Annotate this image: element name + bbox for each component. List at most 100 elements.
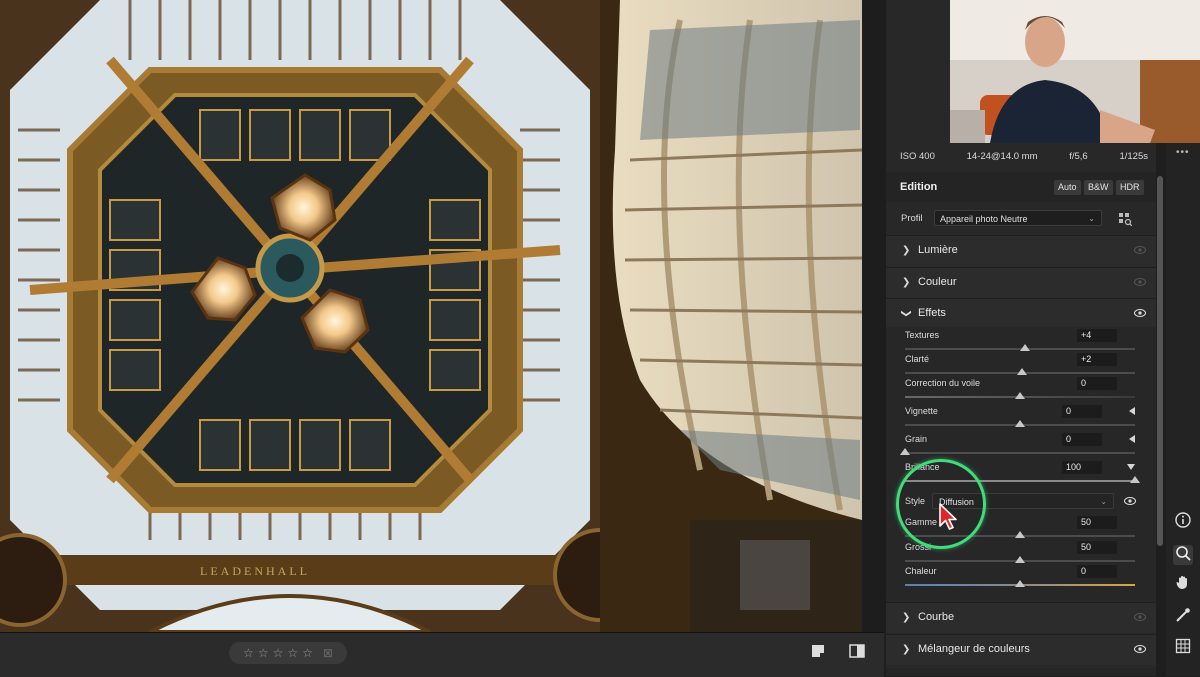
chevron-down-icon: ⌄ [1100,497,1107,506]
star-icon[interactable]: ☆ [258,647,269,659]
hand-icon[interactable] [1173,574,1193,594]
bottom-toolbar [0,632,884,677]
tool-strip [1166,143,1200,676]
chevron-right-icon: ❯ [902,277,911,288]
slider-value-field[interactable]: +2 [1077,353,1117,366]
reject-flag-icon[interactable]: ⊠ [323,647,333,659]
section-melangeur[interactable]: ❯ Mélangeur de couleurs [886,634,1156,665]
style-row: Style Diffusion ⌄ [905,493,1137,511]
chevron-right-icon: ❯ [902,612,911,623]
collapse-arrow-icon[interactable] [1129,435,1135,443]
hdr-button[interactable]: HDR [1116,180,1144,195]
slider-clarte[interactable]: Clarté +2 [905,353,1137,376]
slider-value-field[interactable]: 0 [1062,433,1102,446]
webcam-overlay [950,0,1200,143]
slider-value-field[interactable]: +4 [1077,329,1117,342]
star-rating[interactable]: ☆ ☆ ☆ ☆ ☆ ⊠ [229,642,347,664]
section-lumiere[interactable]: ❯ Lumière [886,235,1156,266]
section-couleur-label: Couleur [918,276,957,288]
slider-value-field[interactable]: 50 [1077,516,1117,529]
visibility-eye-icon[interactable] [1134,246,1146,254]
slider-label: Textures [905,330,940,340]
slider-label: Grossi [905,542,932,552]
profile-label: Profil [901,213,923,224]
section-couleur[interactable]: ❯ Couleur [886,267,1156,298]
section-effets-label: Effets [918,307,946,319]
slider-thumb[interactable] [1015,531,1025,538]
slider-textures[interactable]: Textures +4 [905,329,1137,352]
slider-thumb[interactable] [1015,392,1025,399]
slider-grossi[interactable]: Grossi 50 [905,541,1137,564]
photo-inscription: LEADENHALL [200,564,310,578]
style-select-value: Diffusion [939,497,974,507]
edit-header: Edition Auto B&W HDR [886,172,1156,202]
star-icon[interactable]: ☆ [273,647,284,659]
section-courbe-label: Courbe [918,611,955,623]
slider-thumb[interactable] [1015,580,1025,587]
section-lumiere-label: Lumière [918,244,958,256]
slider-correction-voile[interactable]: Correction du voile 0 [905,377,1137,400]
slider-value-field[interactable]: 0 [1062,405,1102,418]
visibility-eye-icon[interactable] [1134,645,1146,653]
slider-label: Chaleur [905,566,937,576]
filmstrip-toggle-icon[interactable] [810,644,826,660]
style-select[interactable]: Diffusion ⌄ [932,493,1114,509]
section-melangeur-label: Mélangeur de couleurs [918,643,1030,655]
panel-gutter [862,0,886,632]
slider-grain[interactable]: Grain 0 [900,433,1137,456]
slider-value-field[interactable]: 0 [1077,565,1117,578]
profile-row: Profil Appareil photo Neutre ⌄ [886,208,1156,230]
info-icon[interactable] [1173,512,1193,532]
collapse-arrow-icon[interactable] [1129,407,1135,415]
auto-button[interactable]: Auto [1054,180,1081,195]
slider-thumb[interactable] [1130,476,1140,483]
slider-thumb[interactable] [1015,420,1025,427]
profile-browser-icon[interactable] [1118,212,1132,226]
slider-value-field[interactable]: 50 [1077,541,1117,554]
slider-value-field[interactable]: 0 [1077,377,1117,390]
photo-canvas[interactable]: LEADENHALL [0,0,862,632]
slider-thumb[interactable] [1017,368,1028,375]
slider-track[interactable] [905,452,1135,454]
visibility-eye-icon[interactable] [1134,278,1146,286]
zoom-icon[interactable] [1173,545,1193,565]
slider-label: Clarté [905,354,930,364]
more-options-icon[interactable]: ••• [1176,147,1190,158]
slider-thumb[interactable] [1015,556,1025,563]
slider-track[interactable] [905,480,1135,482]
slider-value-field[interactable]: 100 [1062,461,1102,474]
shutter-value: 1/125s [1119,151,1148,162]
slider-brillance[interactable]: Brillance 100 [905,461,1140,484]
iso-value: ISO 400 [900,151,935,162]
grid-icon[interactable] [1173,638,1193,658]
visibility-eye-icon[interactable] [1124,497,1136,505]
slider-label: Correction du voile [905,378,981,388]
style-label: Style [905,496,926,506]
slider-label: Vignette [905,406,938,416]
section-courbe[interactable]: ❯ Courbe [886,602,1156,633]
effets-panel: Textures +4 Clarté +2 Correction du voil… [886,327,1156,599]
eyedropper-icon[interactable] [1173,607,1193,627]
slider-thumb[interactable] [900,448,910,455]
lens-value: 14-24@14.0 mm [966,151,1038,162]
chevron-right-icon: ❯ [902,245,911,256]
panel-scroll-thumb[interactable] [1157,176,1163,546]
visibility-eye-icon[interactable] [1134,309,1146,317]
exif-info-bar: ISO 400 14-24@14.0 mm f/5,6 1/125s [886,151,1156,169]
slider-label: Grain [905,434,928,444]
compare-view-icon[interactable] [849,644,865,660]
expand-arrow-icon[interactable] [1127,464,1135,470]
slider-gamme[interactable]: Gamme 50 [905,516,1137,539]
bw-button[interactable]: B&W [1084,180,1113,195]
visibility-eye-icon[interactable] [1134,613,1146,621]
profile-select-value: Appareil photo Neutre [940,214,1028,224]
section-effets[interactable]: ❯ Effets [886,298,1156,329]
slider-vignette[interactable]: Vignette 0 [905,405,1137,428]
slider-label: Gamme [905,517,938,527]
slider-chaleur[interactable]: Chaleur 0 [905,565,1137,588]
slider-thumb[interactable] [1019,344,1030,351]
star-icon[interactable]: ☆ [287,647,298,659]
star-icon[interactable]: ☆ [302,647,313,659]
star-icon[interactable]: ☆ [243,647,254,659]
profile-select[interactable]: Appareil photo Neutre ⌄ [934,210,1102,226]
